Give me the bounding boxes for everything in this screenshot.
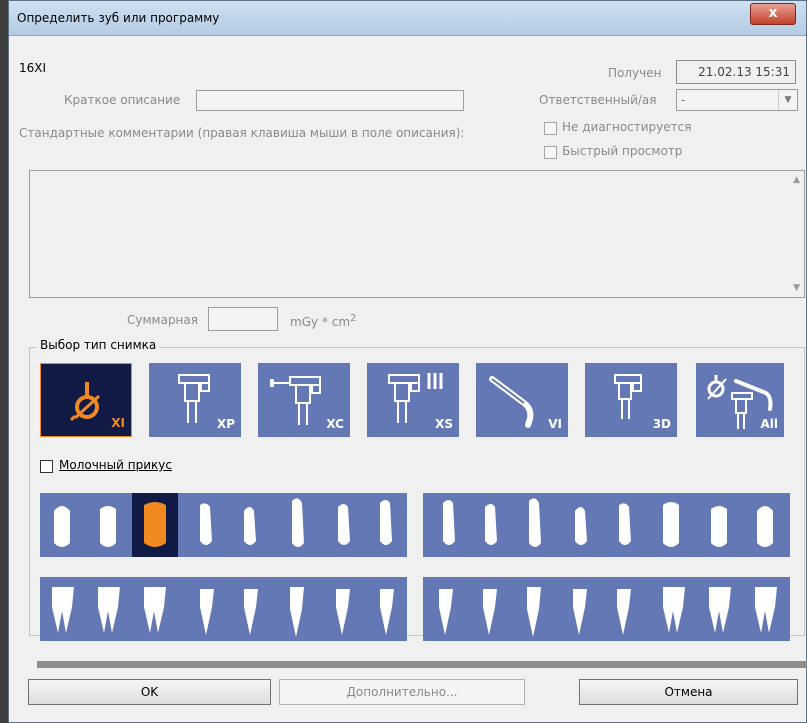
- type-button-all[interactable]: All: [696, 363, 784, 437]
- separator: [37, 661, 807, 668]
- dose-unit: mGy * cm2: [290, 313, 356, 329]
- dose-label: Суммарная: [127, 313, 198, 327]
- not-diagnosed-label: Не диагностируется: [562, 120, 692, 134]
- type-button-xp[interactable]: XP: [149, 363, 241, 437]
- lower-left-teeth: [423, 577, 790, 641]
- not-diagnosed-checkbox[interactable]: [544, 122, 557, 135]
- cancel-button[interactable]: Отмена: [579, 679, 798, 705]
- short-desc-input[interactable]: [196, 90, 464, 111]
- type-code-xi: XI: [111, 416, 125, 430]
- short-desc-label: Краткое описание: [64, 93, 181, 107]
- description-memo[interactable]: ▲ ▼: [29, 170, 805, 298]
- lower-right-teeth: [40, 577, 407, 641]
- responsible-label: Ответственный/ая: [539, 93, 657, 107]
- received-field: 21.02.13 15:31: [676, 60, 796, 84]
- type-code-xp: XP: [216, 417, 235, 431]
- dose-input[interactable]: [208, 307, 278, 331]
- lower-left-teeth-graphic: [439, 587, 777, 637]
- type-button-3d[interactable]: 3D: [585, 363, 677, 437]
- quick-view-checkbox[interactable]: [544, 146, 557, 159]
- type-code-3d: 3D: [652, 417, 671, 431]
- scroll-up-icon[interactable]: ▲: [793, 175, 800, 185]
- type-code-xs: XS: [435, 417, 453, 431]
- chevron-down-icon[interactable]: ▼: [778, 90, 797, 110]
- upper-left-teeth-graphic: [443, 498, 773, 547]
- window-title: Определить зуб или программу: [17, 11, 220, 25]
- quick-view-label: Быстрый просмотр: [562, 144, 683, 158]
- upper-right-teeth: [40, 493, 407, 557]
- close-button[interactable]: x: [750, 3, 796, 25]
- dose-unit-text: mGy * cm: [290, 315, 351, 329]
- milk-bite-checkbox[interactable]: [40, 460, 53, 473]
- type-code-vi: VI: [548, 417, 562, 431]
- type-code-all: All: [760, 417, 778, 431]
- image-type-legend: Выбор тип снимка: [37, 338, 160, 352]
- type-button-vi[interactable]: VI: [476, 363, 568, 437]
- type-button-xs[interactable]: XS: [367, 363, 459, 437]
- received-label: Получен: [608, 66, 662, 80]
- type-button-xi[interactable]: XI: [40, 363, 132, 437]
- upper-left-teeth: [423, 493, 790, 557]
- ok-button[interactable]: OK: [28, 679, 271, 705]
- dialog-window: Определить зуб или программу x 16XI Полу…: [8, 0, 807, 723]
- responsible-value: -: [681, 93, 686, 107]
- image-code: 16XI: [19, 61, 47, 75]
- milk-bite-label: Молочный прикус: [59, 458, 172, 472]
- responsible-select[interactable]: - ▼: [676, 89, 798, 111]
- type-code-xc: XC: [326, 417, 344, 431]
- lower-right-teeth-graphic: [52, 587, 394, 637]
- dose-unit-exponent: 2: [350, 313, 357, 324]
- title-bar: Определить зуб или программу x: [9, 1, 806, 36]
- upper-right-teeth-graphic: [54, 493, 392, 557]
- std-comments-label: Стандартные комментарии (правая клавиша …: [19, 126, 465, 140]
- scroll-down-icon[interactable]: ▼: [793, 283, 800, 293]
- more-button[interactable]: Дополнительно...: [279, 679, 525, 705]
- type-button-xc[interactable]: XC: [258, 363, 350, 437]
